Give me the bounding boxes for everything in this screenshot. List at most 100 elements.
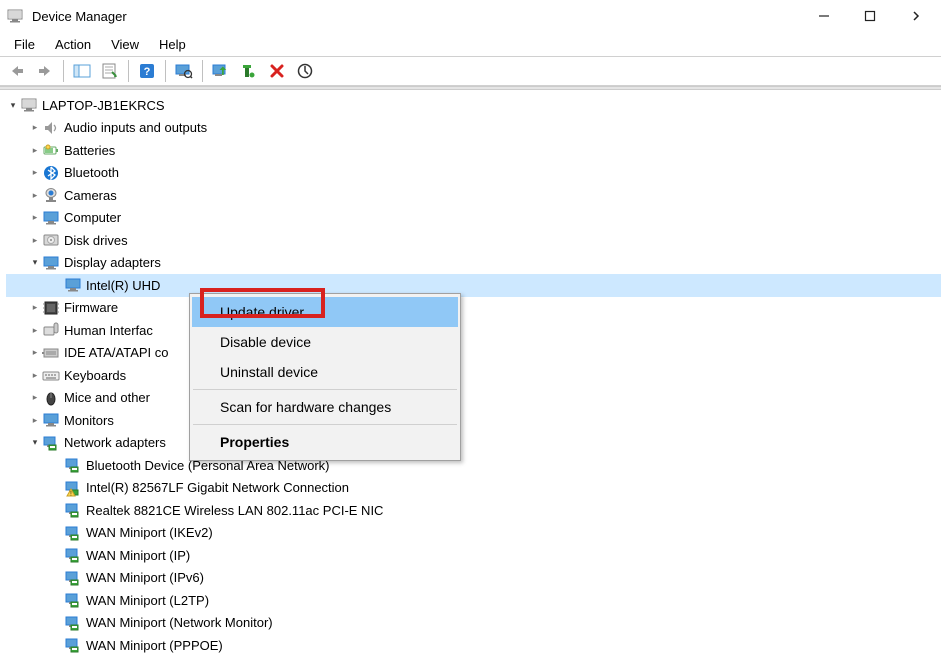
device-icon (64, 569, 82, 587)
device-icon (64, 524, 82, 542)
expander-icon[interactable]: ▾ (28, 257, 42, 268)
properties-button[interactable] (97, 58, 123, 84)
category-label: Batteries (64, 143, 115, 158)
expander-icon[interactable]: ▸ (28, 392, 42, 403)
menu-help[interactable]: Help (149, 35, 196, 54)
context-scan-hardware[interactable]: Scan for hardware changes (192, 392, 458, 422)
expander-icon[interactable]: ▸ (28, 145, 42, 156)
maximize-button[interactable] (847, 0, 893, 32)
expander-icon[interactable]: ▸ (28, 212, 42, 223)
expander-icon[interactable]: ▾ (6, 100, 20, 111)
device-icon: ! (64, 479, 82, 497)
tree-device[interactable]: Bluetooth Device (Personal Area Network) (6, 454, 941, 477)
tree-device[interactable]: WAN Miniport (PPPOE) (6, 634, 941, 657)
tree-category[interactable]: ▸Cameras (6, 184, 941, 207)
tree-category[interactable]: ▸ Audio inputs and outputs (6, 117, 941, 140)
minimize-button[interactable] (801, 0, 847, 32)
category-icon (42, 209, 60, 227)
toolbar-separator (165, 60, 166, 82)
title-bar: Device Manager (0, 0, 941, 32)
disable-device-button[interactable] (264, 58, 290, 84)
context-properties[interactable]: Properties (192, 427, 458, 457)
context-disable-device[interactable]: Disable device (192, 327, 458, 357)
forward-button[interactable] (32, 58, 58, 84)
window-title: Device Manager (32, 9, 801, 24)
category-icon (42, 231, 60, 249)
tree-device[interactable]: Intel(R) UHD (6, 274, 941, 297)
device-icon (64, 456, 82, 474)
context-update-driver[interactable]: Update driver (192, 297, 458, 327)
category-icon (42, 299, 60, 317)
category-label: Network adapters (64, 435, 166, 450)
expander-icon[interactable]: ▸ (28, 415, 42, 426)
expander-icon[interactable]: ▸ (28, 190, 42, 201)
expander-icon[interactable]: ▾ (28, 437, 42, 448)
context-uninstall-device[interactable]: Uninstall device (192, 357, 458, 387)
expander-icon[interactable]: ▸ (28, 122, 42, 133)
device-label: WAN Miniport (IKEv2) (86, 525, 213, 540)
device-label: Realtek 8821CE Wireless LAN 802.11ac PCI… (86, 503, 383, 518)
category-icon (42, 344, 60, 362)
enable-device-button[interactable] (292, 58, 318, 84)
expander-icon[interactable]: ▸ (28, 347, 42, 358)
menu-file[interactable]: File (4, 35, 45, 54)
tree-category[interactable]: ▸ Disk drives (6, 229, 941, 252)
device-icon (64, 636, 82, 654)
tree-device[interactable]: Realtek 8821CE Wireless LAN 802.11ac PCI… (6, 499, 941, 522)
expander-icon[interactable]: ▸ (28, 302, 42, 313)
category-icon (42, 141, 60, 159)
category-label: Keyboards (64, 368, 126, 383)
tree-device[interactable]: WAN Miniport (IKEv2) (6, 522, 941, 545)
tree-category[interactable]: ▸ Bluetooth (6, 162, 941, 185)
tree-category[interactable]: ▸ Firmware (6, 297, 941, 320)
tree-device[interactable]: ! Intel(R) 82567LF Gigabit Network Connec… (6, 477, 941, 500)
update-driver-button[interactable] (208, 58, 234, 84)
tree-category[interactable]: ▸Human Interfac (6, 319, 941, 342)
tree-device[interactable]: WAN Miniport (Network Monitor) (6, 612, 941, 635)
tree-root[interactable]: ▾LAPTOP-JB1EKRCS (6, 94, 941, 117)
tree-device[interactable]: WAN Miniport (IP) (6, 544, 941, 567)
device-label: Intel(R) UHD (86, 278, 160, 293)
device-label: WAN Miniport (PPPOE) (86, 638, 223, 653)
tree-category[interactable]: ▸ IDE ATA/ATAPI co (6, 342, 941, 365)
device-icon (64, 501, 82, 519)
tree-category[interactable]: ▾ Network adapters (6, 432, 941, 455)
overflow-button[interactable] (893, 0, 939, 32)
tree-device[interactable]: WAN Miniport (L2TP) (6, 589, 941, 612)
expander-icon[interactable]: ▸ (28, 325, 42, 336)
context-separator (193, 424, 457, 425)
category-label: Bluetooth (64, 165, 119, 180)
device-label: WAN Miniport (L2TP) (86, 593, 209, 608)
expander-icon[interactable]: ▸ (28, 167, 42, 178)
computer-icon (20, 96, 38, 114)
expander-icon[interactable]: ▸ (28, 370, 42, 381)
tree-category[interactable]: ▾Display adapters (6, 252, 941, 275)
device-label: Intel(R) 82567LF Gigabit Network Connect… (86, 480, 349, 495)
category-label: IDE ATA/ATAPI co (64, 345, 169, 360)
back-button[interactable] (4, 58, 30, 84)
toolbar-separator (63, 60, 64, 82)
device-label: WAN Miniport (IPv6) (86, 570, 204, 585)
expander-icon[interactable]: ▸ (28, 235, 42, 246)
app-icon (6, 7, 24, 25)
tree-device[interactable]: WAN Miniport (IPv6) (6, 567, 941, 590)
category-label: Firmware (64, 300, 118, 315)
device-icon (64, 546, 82, 564)
tree-category[interactable]: ▸ Monitors (6, 409, 941, 432)
tree-category[interactable]: ▸ Keyboards (6, 364, 941, 387)
menu-action[interactable]: Action (45, 35, 101, 54)
category-label: Disk drives (64, 233, 128, 248)
category-label: Audio inputs and outputs (64, 120, 207, 135)
menu-bar: File Action View Help (0, 32, 941, 56)
context-separator (193, 389, 457, 390)
tree-category[interactable]: ▸ Batteries (6, 139, 941, 162)
tree-category[interactable]: ▸Mice and other (6, 387, 941, 410)
tree-category[interactable]: ▸Computer (6, 207, 941, 230)
category-icon (42, 366, 60, 384)
scan-hardware-button[interactable] (171, 58, 197, 84)
help-button[interactable]: ? (134, 58, 160, 84)
show-hide-console-button[interactable] (69, 58, 95, 84)
category-label: Monitors (64, 413, 114, 428)
uninstall-device-button[interactable] (236, 58, 262, 84)
menu-view[interactable]: View (101, 35, 149, 54)
